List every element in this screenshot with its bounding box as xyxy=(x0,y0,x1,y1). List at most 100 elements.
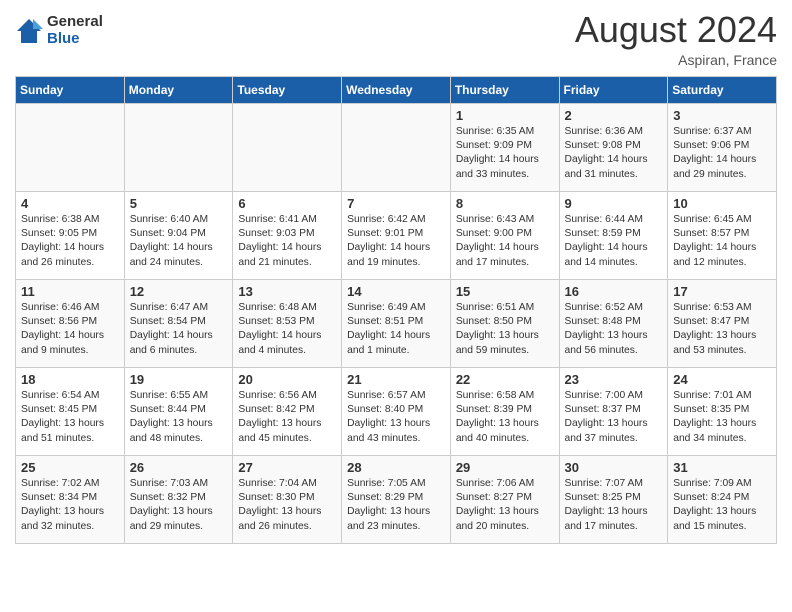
day-number: 29 xyxy=(456,460,554,475)
calendar-day-cell: 11Sunrise: 6:46 AM Sunset: 8:56 PM Dayli… xyxy=(16,279,125,367)
day-number: 12 xyxy=(130,284,228,299)
day-info: Sunrise: 6:45 AM Sunset: 8:57 PM Dayligh… xyxy=(673,213,771,271)
day-info: Sunrise: 6:51 AM Sunset: 8:50 PM Dayligh… xyxy=(456,301,554,359)
day-info: Sunrise: 7:05 AM Sunset: 8:29 PM Dayligh… xyxy=(347,477,445,535)
day-number: 6 xyxy=(238,196,336,211)
calendar-day-cell: 26Sunrise: 7:03 AM Sunset: 8:32 PM Dayli… xyxy=(124,455,233,543)
month-year-title: August 2024 xyxy=(575,10,777,50)
calendar-day-cell: 15 Sunrise: 6:51 AM Sunset: 8:50 PM Dayli… xyxy=(450,279,559,367)
day-info: Sunrise: 6:48 AM Sunset: 8:53 PM Dayligh… xyxy=(238,301,336,359)
logo-general-text: General xyxy=(47,14,103,31)
day-of-week-header: Saturday xyxy=(668,76,777,103)
calendar-day-cell: 28 Sunrise: 7:05 AM Sunset: 8:29 PM Dayli… xyxy=(342,455,451,543)
day-info: Sunrise: 6:44 AM Sunset: 8:59 PM Dayligh… xyxy=(565,213,663,271)
day-number: 7 xyxy=(347,196,445,211)
title-area: August 2024 Aspiran, France xyxy=(575,10,777,68)
day-info: Sunrise: 6:57 AM Sunset: 8:40 PM Dayligh… xyxy=(347,389,445,447)
calendar-day-cell: 3Sunrise: 6:37 AM Sunset: 9:06 PM Daylig… xyxy=(668,103,777,191)
day-info: Sunrise: 6:53 AM Sunset: 8:47 PM Dayligh… xyxy=(673,301,771,359)
calendar-day-cell xyxy=(233,103,342,191)
calendar-day-cell: 17 Sunrise: 6:53 AM Sunset: 8:47 PM Dayli… xyxy=(668,279,777,367)
calendar-week-row: 18Sunrise: 6:54 AM Sunset: 8:45 PM Dayli… xyxy=(16,367,777,455)
calendar-day-cell: 22Sunrise: 6:58 AM Sunset: 8:39 PM Dayli… xyxy=(450,367,559,455)
day-of-week-header: Friday xyxy=(559,76,668,103)
day-number: 23 xyxy=(565,372,663,387)
day-of-week-header: Monday xyxy=(124,76,233,103)
calendar-week-row: 1Sunrise: 6:35 AM Sunset: 9:09 PM Daylig… xyxy=(16,103,777,191)
day-info: Sunrise: 7:01 AM Sunset: 8:35 PM Dayligh… xyxy=(673,389,771,447)
day-of-week-header: Wednesday xyxy=(342,76,451,103)
calendar-day-cell: 12 Sunrise: 6:47 AM Sunset: 8:54 PM Dayli… xyxy=(124,279,233,367)
calendar-day-cell: 24 Sunrise: 7:01 AM Sunset: 8:35 PM Dayli… xyxy=(668,367,777,455)
calendar-day-cell: 6 Sunrise: 6:41 AM Sunset: 9:03 PM Daylig… xyxy=(233,191,342,279)
day-info: Sunrise: 6:58 AM Sunset: 8:39 PM Dayligh… xyxy=(456,389,554,447)
logo: General Blue xyxy=(15,14,103,47)
calendar-week-row: 25Sunrise: 7:02 AM Sunset: 8:34 PM Dayli… xyxy=(16,455,777,543)
day-info: Sunrise: 6:47 AM Sunset: 8:54 PM Dayligh… xyxy=(130,301,228,359)
day-number: 14 xyxy=(347,284,445,299)
day-info: Sunrise: 6:49 AM Sunset: 8:51 PM Dayligh… xyxy=(347,301,445,359)
day-number: 30 xyxy=(565,460,663,475)
day-info: Sunrise: 6:35 AM Sunset: 9:09 PM Dayligh… xyxy=(456,125,554,183)
day-number: 19 xyxy=(130,372,228,387)
calendar-day-cell: 2 Sunrise: 6:36 AM Sunset: 9:08 PM Daylig… xyxy=(559,103,668,191)
day-of-week-header: Tuesday xyxy=(233,76,342,103)
header: General Blue August 2024 Aspiran, France xyxy=(15,10,777,68)
day-info: Sunrise: 6:40 AM Sunset: 9:04 PM Dayligh… xyxy=(130,213,228,271)
calendar-day-cell: 18Sunrise: 6:54 AM Sunset: 8:45 PM Dayli… xyxy=(16,367,125,455)
day-number: 4 xyxy=(21,196,119,211)
calendar-day-cell: 9 Sunrise: 6:44 AM Sunset: 8:59 PM Daylig… xyxy=(559,191,668,279)
day-number: 17 xyxy=(673,284,771,299)
calendar-week-row: 4 Sunrise: 6:38 AM Sunset: 9:05 PM Daylig… xyxy=(16,191,777,279)
day-info: Sunrise: 6:41 AM Sunset: 9:03 PM Dayligh… xyxy=(238,213,336,271)
calendar-day-cell: 30Sunrise: 7:07 AM Sunset: 8:25 PM Dayli… xyxy=(559,455,668,543)
calendar-day-cell: 1Sunrise: 6:35 AM Sunset: 9:09 PM Daylig… xyxy=(450,103,559,191)
calendar-day-cell: 5 Sunrise: 6:40 AM Sunset: 9:04 PM Daylig… xyxy=(124,191,233,279)
day-info: Sunrise: 6:43 AM Sunset: 9:00 PM Dayligh… xyxy=(456,213,554,271)
calendar-day-cell xyxy=(16,103,125,191)
calendar-day-cell: 7 Sunrise: 6:42 AM Sunset: 9:01 PM Daylig… xyxy=(342,191,451,279)
calendar-day-cell: 21 Sunrise: 6:57 AM Sunset: 8:40 PM Dayli… xyxy=(342,367,451,455)
calendar-day-cell: 16Sunrise: 6:52 AM Sunset: 8:48 PM Dayli… xyxy=(559,279,668,367)
day-info: Sunrise: 7:04 AM Sunset: 8:30 PM Dayligh… xyxy=(238,477,336,535)
day-info: Sunrise: 6:38 AM Sunset: 9:05 PM Dayligh… xyxy=(21,213,119,271)
day-number: 16 xyxy=(565,284,663,299)
day-info: Sunrise: 6:42 AM Sunset: 9:01 PM Dayligh… xyxy=(347,213,445,271)
day-number: 10 xyxy=(673,196,771,211)
day-of-week-header: Sunday xyxy=(16,76,125,103)
calendar-day-cell: 29 Sunrise: 7:06 AM Sunset: 8:27 PM Dayli… xyxy=(450,455,559,543)
day-number: 21 xyxy=(347,372,445,387)
day-number: 13 xyxy=(238,284,336,299)
day-number: 9 xyxy=(565,196,663,211)
calendar-week-row: 11Sunrise: 6:46 AM Sunset: 8:56 PM Dayli… xyxy=(16,279,777,367)
day-number: 5 xyxy=(130,196,228,211)
calendar-day-cell: 31 Sunrise: 7:09 AM Sunset: 8:24 PM Dayli… xyxy=(668,455,777,543)
day-number: 31 xyxy=(673,460,771,475)
day-info: Sunrise: 7:00 AM Sunset: 8:37 PM Dayligh… xyxy=(565,389,663,447)
day-of-week-header: Thursday xyxy=(450,76,559,103)
calendar-day-cell: 20 Sunrise: 6:56 AM Sunset: 8:42 PM Dayli… xyxy=(233,367,342,455)
location-subtitle: Aspiran, France xyxy=(575,52,777,68)
day-number: 27 xyxy=(238,460,336,475)
calendar-day-cell: 8 Sunrise: 6:43 AM Sunset: 9:00 PM Daylig… xyxy=(450,191,559,279)
calendar-day-cell: 25Sunrise: 7:02 AM Sunset: 8:34 PM Dayli… xyxy=(16,455,125,543)
calendar-day-cell xyxy=(124,103,233,191)
day-info: Sunrise: 6:54 AM Sunset: 8:45 PM Dayligh… xyxy=(21,389,119,447)
day-number: 8 xyxy=(456,196,554,211)
day-number: 24 xyxy=(673,372,771,387)
day-number: 3 xyxy=(673,108,771,123)
day-info: Sunrise: 7:09 AM Sunset: 8:24 PM Dayligh… xyxy=(673,477,771,535)
day-info: Sunrise: 6:36 AM Sunset: 9:08 PM Dayligh… xyxy=(565,125,663,183)
day-number: 20 xyxy=(238,372,336,387)
day-info: Sunrise: 7:06 AM Sunset: 8:27 PM Dayligh… xyxy=(456,477,554,535)
day-number: 11 xyxy=(21,284,119,299)
day-info: Sunrise: 7:03 AM Sunset: 8:32 PM Dayligh… xyxy=(130,477,228,535)
day-info: Sunrise: 6:56 AM Sunset: 8:42 PM Dayligh… xyxy=(238,389,336,447)
calendar-day-cell: 10 Sunrise: 6:45 AM Sunset: 8:57 PM Dayli… xyxy=(668,191,777,279)
day-number: 28 xyxy=(347,460,445,475)
day-number: 25 xyxy=(21,460,119,475)
day-number: 2 xyxy=(565,108,663,123)
logo-icon xyxy=(15,17,43,45)
day-number: 15 xyxy=(456,284,554,299)
calendar-day-cell: 19Sunrise: 6:55 AM Sunset: 8:44 PM Dayli… xyxy=(124,367,233,455)
